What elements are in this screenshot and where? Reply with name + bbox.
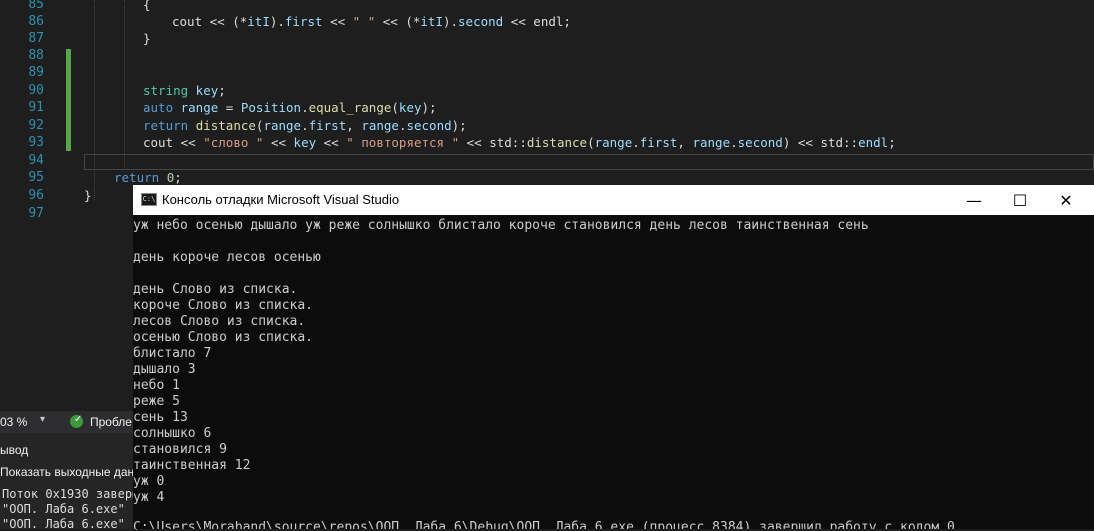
console-line: солнышко 6 [133, 426, 212, 441]
code-line[interactable]: 90 string key; [0, 82, 1094, 99]
output-line: Поток 0x1930 заверш [2, 487, 140, 501]
chevron-down-icon[interactable]: ▾ [40, 414, 45, 425]
zoom-level[interactable]: 03 % [0, 415, 27, 429]
line-number: 94 [28, 153, 44, 168]
code-text: cout << (*itI).first << " " << (*itI).se… [172, 14, 571, 29]
console-line: небо 1 [133, 378, 180, 393]
code-text: return distance(range.first, range.secon… [143, 118, 467, 133]
code-line[interactable]: 88 [0, 47, 1094, 64]
problems-label[interactable]: Пробле [90, 415, 132, 429]
console-app-icon: C:\ [141, 193, 157, 206]
output-panel-title: ывод [0, 443, 29, 457]
console-line: реже 5 [133, 394, 180, 409]
debug-console-window[interactable]: C:\ Консоль отладки Microsoft Visual Stu… [133, 185, 1094, 529]
code-line[interactable]: 85 { [0, 0, 1094, 13]
line-number: 88 [28, 48, 44, 63]
close-button[interactable]: ✕ [1043, 185, 1089, 215]
console-line: уж 4 [133, 490, 165, 505]
line-number: 87 [28, 31, 44, 46]
code-line[interactable]: 87 } [0, 30, 1094, 47]
code-line[interactable]: 86 cout << (*itI).first << " " << (*itI)… [0, 13, 1094, 30]
line-number: 96 [28, 188, 44, 203]
console-titlebar[interactable]: C:\ Консоль отладки Microsoft Visual Stu… [133, 185, 1094, 215]
console-line: становился 9 [133, 442, 227, 457]
console-line: сень 13 [133, 410, 188, 425]
console-line: уж небо осенью дышало уж реже солнышко б… [133, 218, 869, 233]
console-line: день короче лесов осенью [133, 250, 321, 265]
code-line[interactable]: 95 return 0; [0, 169, 1094, 186]
code-line[interactable]: 92 return distance(range.first, range.se… [0, 117, 1094, 134]
console-line: осенью Слово из списка. [133, 330, 314, 345]
console-line: C:\Users\Moraband\source\repos\ООП. Лаба… [133, 520, 963, 529]
check-icon: ✓ [74, 414, 83, 425]
console-title: Консоль отладки Microsoft Visual Studio [162, 192, 400, 207]
console-line: дышало 3 [133, 362, 196, 377]
line-number: 93 [28, 135, 44, 150]
code-line[interactable]: 94 [0, 152, 1094, 169]
console-line: короче Слово из списка. [133, 298, 314, 313]
line-number: 91 [28, 100, 44, 115]
console-line: таинственная 12 [133, 458, 251, 473]
code-text: string key; [143, 83, 226, 98]
show-output-from-label: Показать выходные данн [0, 465, 141, 479]
console-line: уж 0 [133, 474, 165, 489]
editor-status-strip: 03 % ▾ ✓ Пробле [0, 411, 140, 433]
console-line: лесов Слово из списка. [133, 314, 306, 329]
code-line[interactable]: 93 cout << "слово " << key << " повторяе… [0, 134, 1094, 151]
minimize-button[interactable]: — [951, 185, 997, 215]
code-text: { [143, 0, 151, 12]
output-line: "ООП. Лаба 6.exe" ( [2, 502, 140, 516]
code-line[interactable]: 89 [0, 64, 1094, 81]
line-number: 97 [28, 206, 44, 221]
code-text: } [84, 188, 92, 203]
maximize-button[interactable]: ☐ [997, 185, 1043, 215]
line-number: 89 [28, 65, 44, 80]
console-output: уж небо осенью дышало уж реже солнышко б… [133, 215, 1094, 529]
code-line[interactable]: 91 auto range = Position.equal_range(key… [0, 99, 1094, 116]
console-line: день Слово из списка. [133, 282, 298, 297]
line-number: 86 [28, 14, 44, 29]
line-number: 90 [28, 83, 44, 98]
line-number: 85 [28, 0, 44, 12]
line-number: 95 [28, 170, 44, 185]
code-text: cout << "слово " << key << " повторяется… [143, 135, 896, 150]
line-number: 92 [28, 118, 44, 133]
console-line: блистало 7 [133, 346, 212, 361]
code-text: } [143, 31, 151, 46]
output-panel: ывод Показать выходные данн Поток 0x1930… [0, 433, 141, 531]
code-text: auto range = Position.equal_range(key); [143, 100, 437, 115]
code-text: return 0; [114, 170, 182, 185]
